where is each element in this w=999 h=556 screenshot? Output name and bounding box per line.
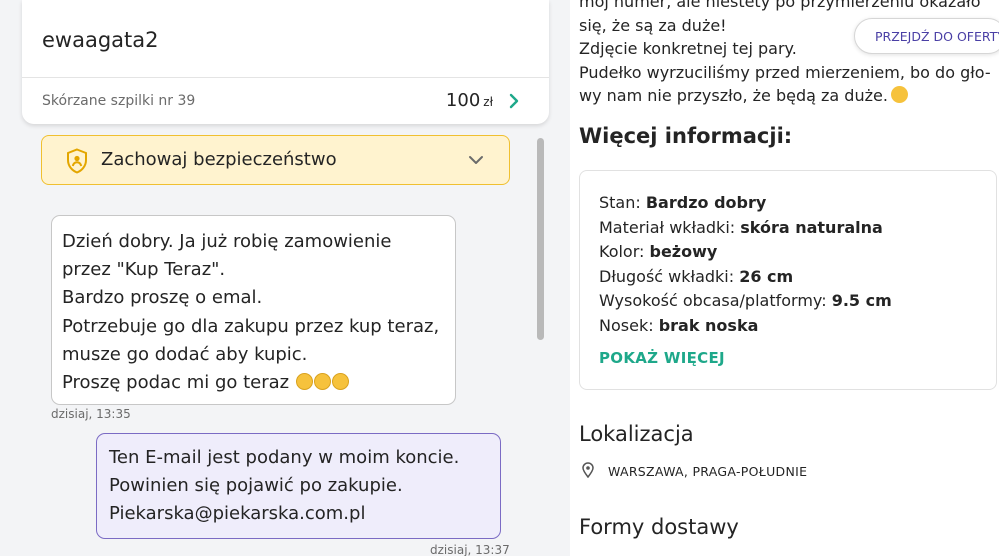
attribute-row: Materiał wkładki: skóra naturalna bbox=[599, 218, 883, 237]
description-line-last: wy nam nie przyszło, że będą za duże. bbox=[579, 84, 979, 108]
message-line: Potrzebuje go dla zakupu przez kup teraz… bbox=[62, 315, 440, 337]
attribute-label: Długość wkładki: bbox=[599, 266, 740, 286]
location-pin-icon bbox=[582, 462, 594, 478]
attribute-value: beżowy bbox=[649, 242, 718, 261]
message-line: Dzień dobry. Ja już robię zamowienie bbox=[62, 231, 392, 252]
offer-link-row[interactable]: Skórzane szpilki nr 39 100 zł bbox=[22, 78, 549, 124]
chat-scrollbar-thumb[interactable] bbox=[537, 138, 544, 340]
shield-user-icon bbox=[67, 148, 87, 174]
incoming-timestamp: dzisiaj, 13:35 bbox=[51, 407, 131, 421]
attribute-label: Stan: bbox=[599, 193, 646, 212]
attribute-value: skóra naturalna bbox=[740, 217, 883, 237]
location-text: WARSZAWA, PRAGA-POŁUDNIE bbox=[608, 464, 808, 479]
chat-header: ewaagata2 Skórzane szpilki nr 39 100 zł bbox=[22, 0, 549, 124]
offer-price-value: 100 bbox=[445, 90, 481, 111]
description-line: mój numer, ale niestety po przymierzeniu… bbox=[579, 0, 981, 11]
attribute-label: Nosek: bbox=[599, 315, 659, 335]
emoji-icon bbox=[313, 373, 331, 391]
offer-title: Skórzane szpilki nr 39 bbox=[42, 93, 196, 109]
offer-price-currency: zł bbox=[483, 95, 493, 109]
chat-username[interactable]: ewaagata2 bbox=[42, 28, 159, 52]
attribute-label: Kolor: bbox=[599, 242, 650, 261]
attributes-card: Stan: Bardzo dobry Materiał wkładki: skó… bbox=[579, 170, 997, 390]
outgoing-message: Ten E-mail jest podany w moim koncie. Po… bbox=[96, 433, 501, 539]
location-heading: Lokalizacja bbox=[579, 422, 694, 446]
offer-details-panel: mój numer, ale niestety po przymierzeniu… bbox=[570, 0, 999, 556]
attribute-row: Kolor: beżowy bbox=[599, 242, 717, 261]
show-more-link[interactable]: POKAŻ WIĘCEJ bbox=[599, 349, 725, 367]
go-to-offer-button[interactable]: PRZEJDŹ DO OFERTY bbox=[854, 18, 999, 54]
chevron-right-icon[interactable] bbox=[507, 92, 521, 110]
incoming-message: Dzień dobry. Ja już robię zamowienie prz… bbox=[51, 215, 456, 405]
emoji-icon bbox=[295, 373, 313, 391]
chevron-down-icon[interactable] bbox=[467, 151, 485, 169]
safety-label: Zachowaj bezpieczeństwo bbox=[101, 149, 337, 170]
message-line-text: Proszę podac mi go teraz bbox=[62, 372, 290, 394]
message-line-last: Proszę podac mi go teraz bbox=[62, 369, 445, 397]
emoji-icon bbox=[331, 373, 349, 391]
attribute-row: Stan: Bardzo dobry bbox=[599, 193, 766, 212]
message-line: Ten E-mail jest podany w moim koncie. bbox=[109, 447, 460, 468]
facepalm-emoji-icon bbox=[890, 86, 908, 103]
message-line: Piekarska@piekarska.com.pl bbox=[109, 503, 366, 525]
more-info-heading: Więcej informacji: bbox=[579, 124, 793, 148]
go-to-offer-label: PRZEJDŹ DO OFERTY bbox=[875, 29, 999, 44]
attribute-value: 26 cm bbox=[739, 266, 794, 286]
message-line: Bardzo proszę o emal. bbox=[62, 287, 263, 309]
offer-price: 100 zł bbox=[446, 90, 493, 111]
message-line: Powinien się pojawić po zakupie. bbox=[109, 475, 403, 497]
description-line-text: wy nam nie przyszło, że będą za duże. bbox=[579, 86, 888, 105]
attribute-value: 9.5 cm bbox=[831, 291, 892, 310]
attribute-row: Wysokość obcasa/platformy: 9.5 cm bbox=[599, 291, 892, 310]
attribute-value: Bardzo dobry bbox=[645, 193, 767, 212]
outgoing-timestamp: dzisiaj, 13:37 bbox=[430, 543, 510, 556]
message-line: przez "Kup Teraz". bbox=[62, 259, 226, 281]
safety-banner[interactable]: Zachowaj bezpieczeństwo bbox=[41, 135, 510, 185]
attribute-value: brak noska bbox=[658, 315, 759, 335]
description-line: Pudełko wyrzuciliśmy przed mierzeniem, b… bbox=[579, 62, 991, 82]
delivery-heading: Formy dostawy bbox=[579, 515, 739, 539]
attribute-row: Długość wkładki: 26 cm bbox=[599, 267, 793, 286]
chat-panel: ewaagata2 Skórzane szpilki nr 39 100 zł Z… bbox=[0, 0, 570, 556]
attribute-label: Materiał wkładki: bbox=[599, 217, 741, 237]
attribute-label: Wysokość obcasa/platformy: bbox=[599, 291, 832, 310]
attribute-row: Nosek: brak noska bbox=[599, 316, 758, 335]
message-line: musze go dodać aby kupic. bbox=[62, 343, 308, 365]
